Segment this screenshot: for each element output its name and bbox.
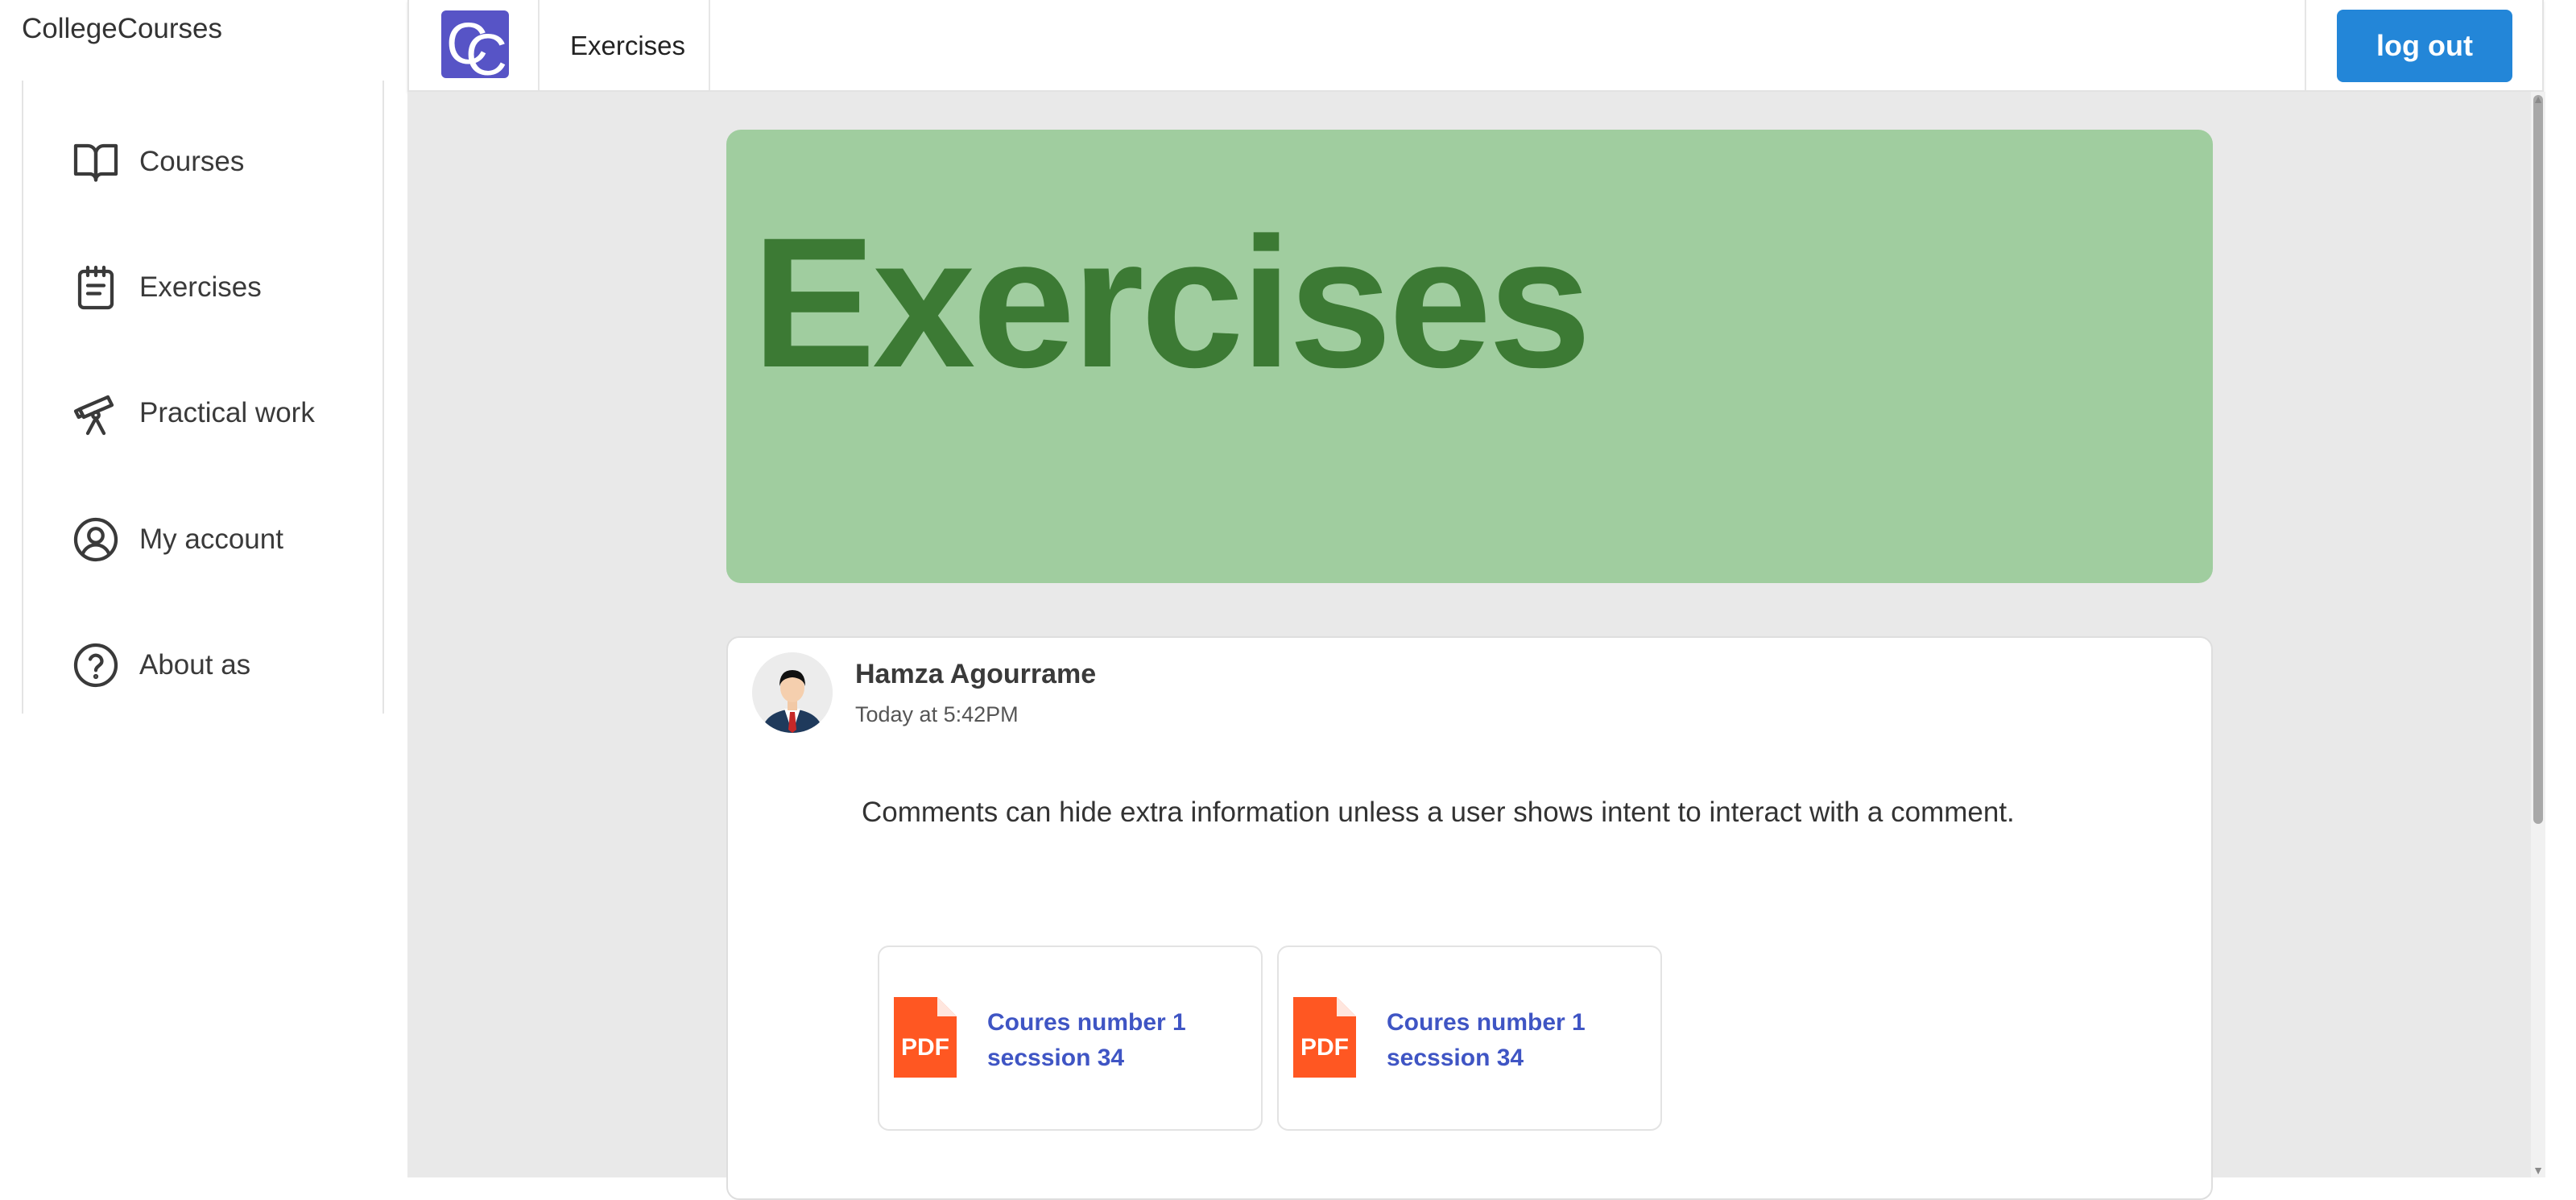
divider xyxy=(709,0,710,90)
logout-button[interactable]: log out xyxy=(2337,10,2512,82)
sidebar-item-courses[interactable]: Courses xyxy=(70,134,244,190)
attachment-card[interactable]: PDF Coures number 1 secssion 34 xyxy=(878,946,1263,1131)
user-circle-icon xyxy=(70,514,122,565)
pdf-icon: PDF xyxy=(1293,997,1356,1078)
attachment-title: Coures number 1 secssion 34 xyxy=(987,1009,1186,1071)
sidebar-item-practical-work[interactable]: Practical work xyxy=(70,385,315,441)
sidebar-item-label: My account xyxy=(139,523,283,555)
post-comment: Comments can hide extra information unle… xyxy=(862,797,2015,828)
brand-name: CollegeCourses xyxy=(22,13,223,44)
sidebar: Courses Exercises Practical work My acco… xyxy=(22,81,384,714)
sidebar-item-exercises[interactable]: Exercises xyxy=(70,259,262,316)
page-title: Exercises xyxy=(570,31,686,60)
divider xyxy=(2305,0,2306,90)
sidebar-item-my-account[interactable]: My account xyxy=(70,511,283,568)
sidebar-item-label: Courses xyxy=(139,146,245,177)
book-open-icon xyxy=(70,136,122,188)
sidebar-item-label: Exercises xyxy=(139,271,262,303)
help-circle-icon xyxy=(70,639,122,691)
pdf-icon: PDF xyxy=(894,997,957,1078)
post-card: Hamza Agourrame Today at 5:42PM Comments… xyxy=(726,636,2213,1200)
avatar[interactable] xyxy=(752,652,833,733)
post-author: Hamza Agourrame xyxy=(855,659,1097,689)
attachment-title: Coures number 1 secssion 34 xyxy=(1387,1009,1586,1071)
telescope-icon xyxy=(70,387,122,439)
notepad-icon xyxy=(70,262,122,313)
scrollbar-thumb[interactable] xyxy=(2533,95,2543,824)
sidebar-item-label: Practical work xyxy=(139,397,315,428)
scroll-down-arrow-icon[interactable]: ▼ xyxy=(2533,1165,2544,1176)
attachment-card[interactable]: PDF Coures number 1 secssion 34 xyxy=(1277,946,1662,1131)
banner-title: Exercises xyxy=(752,199,1591,406)
scroll-up-arrow-icon[interactable]: ▲ xyxy=(2533,93,2544,105)
main-content: Exercises Hamza Agourrame Today at 5:42P… xyxy=(407,92,2531,1200)
pdf-label: PDF xyxy=(901,1034,949,1061)
pdf-label: PDF xyxy=(1300,1034,1349,1061)
sidebar-item-label: About as xyxy=(139,649,251,681)
top-bar: C C Exercises log out xyxy=(407,0,2544,92)
page-banner: Exercises xyxy=(726,130,2213,583)
post-time: Today at 5:42PM xyxy=(855,702,1019,726)
app-logo[interactable]: C C xyxy=(441,10,509,78)
divider xyxy=(538,0,540,90)
sidebar-item-about[interactable]: About as xyxy=(70,637,250,693)
